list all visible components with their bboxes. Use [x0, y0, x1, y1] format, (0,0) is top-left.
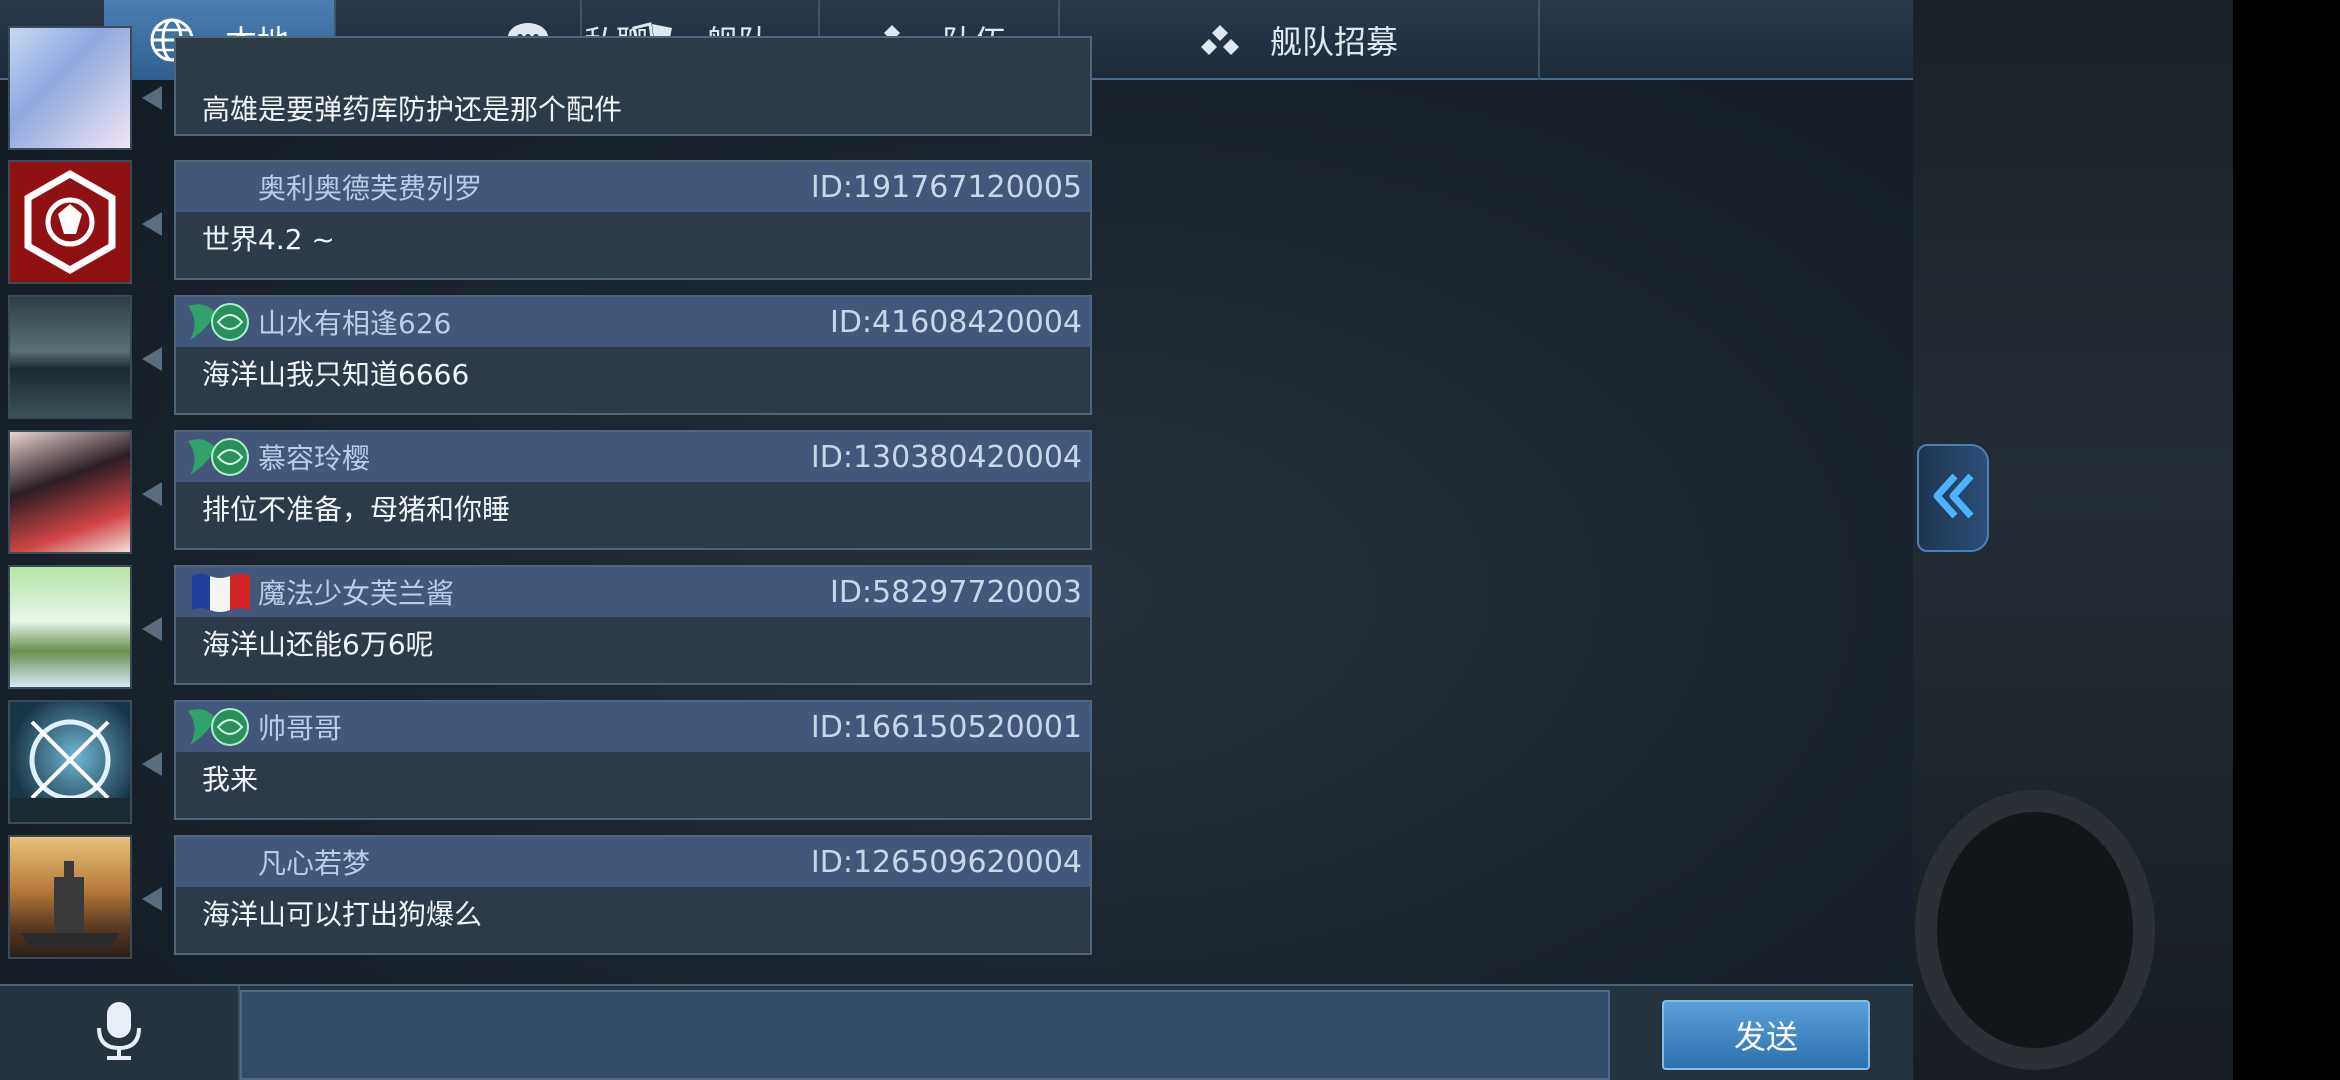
sender-name[interactable]: 帅哥哥: [258, 707, 342, 747]
green-wing-badge-icon: [186, 705, 254, 749]
message-text: 海洋山还能6万6呢: [202, 628, 434, 661]
voice-input-button[interactable]: [0, 986, 240, 1080]
message-text: 世界4.2 ~: [202, 223, 335, 256]
message-bubble: 慕容玲樱 ID:130380420004 排位不准备，母猪和你睡: [174, 430, 1092, 550]
bubble-pointer: [142, 887, 162, 911]
message-text: 高雄是要弹药库防护还是那个配件: [202, 93, 623, 126]
chat-input[interactable]: [240, 990, 1610, 1080]
bubble-pointer: [142, 752, 162, 776]
chat-message-partial: 高雄是要弹药库防护还是那个配件: [0, 26, 1100, 152]
message-header: 凡心若梦 ID:126509620004: [176, 837, 1090, 887]
avatar[interactable]: [8, 565, 132, 689]
message-text: 排位不准备，母猪和你睡: [202, 493, 511, 526]
chat-message: 凡心若梦 ID:126509620004 海洋山可以打出狗爆么: [0, 835, 1100, 965]
green-wing-badge-icon: [186, 435, 254, 479]
sender-name[interactable]: 凡心若梦: [258, 842, 370, 882]
badge-empty: [186, 165, 254, 209]
microphone-icon: [93, 1000, 145, 1066]
sender-name[interactable]: 山水有相逢626: [258, 302, 451, 342]
tab-label: 舰队招募: [1269, 23, 1398, 61]
sender-id: ID:126509620004: [810, 844, 1082, 880]
message-header: 慕容玲樱 ID:130380420004: [176, 432, 1090, 482]
bubble-pointer: [142, 86, 162, 110]
chat-message: 帅哥哥 ID:166150520001 我来: [0, 700, 1100, 830]
sender-id: ID:130380420004: [810, 439, 1082, 475]
message-text: 我来: [202, 763, 259, 796]
badge-empty: [186, 840, 254, 884]
message-text: 海洋山我只知道6666: [202, 358, 470, 391]
bubble-pointer: [142, 347, 162, 371]
avatar[interactable]: [8, 700, 132, 824]
message-bubble: 魔法少女芙兰酱 ID:58297720003 海洋山还能6万6呢: [174, 565, 1092, 685]
send-button[interactable]: 发送: [1662, 1000, 1870, 1070]
sender-name[interactable]: 慕容玲樱: [258, 437, 370, 477]
message-text: 海洋山可以打出狗爆么: [202, 898, 483, 931]
sender-id: ID:58297720003: [829, 574, 1082, 610]
message-header: 奥利奥德芙费列罗 ID:191767120005: [176, 162, 1090, 212]
bubble-pointer: [142, 617, 162, 641]
message-header: 山水有相逢626 ID:41608420004: [176, 297, 1090, 347]
message-header: 魔法少女芙兰酱 ID:58297720003: [176, 567, 1090, 617]
chat-message: 奥利奥德芙费列罗 ID:191767120005 世界4.2 ~: [0, 160, 1100, 290]
avatar[interactable]: [8, 160, 132, 284]
french-flag-badge-icon: [186, 570, 254, 614]
team-icon: [1200, 23, 1240, 57]
sender-name[interactable]: 奥利奥德芙费列罗: [258, 167, 482, 207]
tab-fleet-recruit[interactable]: 舰队招募: [1060, 0, 1540, 80]
avatar[interactable]: [8, 295, 132, 419]
sender-name[interactable]: 魔法少女芙兰酱: [258, 572, 454, 612]
input-bar: 发送: [0, 984, 1913, 1080]
sender-id: ID:41608420004: [829, 304, 1082, 340]
avatar[interactable]: [8, 26, 132, 150]
message-bubble: 高雄是要弹药库防护还是那个配件: [174, 36, 1092, 136]
bubble-pointer: [142, 482, 162, 506]
message-bubble: 凡心若梦 ID:126509620004 海洋山可以打出狗爆么: [174, 835, 1092, 955]
bubble-pointer: [142, 212, 162, 236]
message-header: 帅哥哥 ID:166150520001: [176, 702, 1090, 752]
message-bubble: 帅哥哥 ID:166150520001 我来: [174, 700, 1092, 820]
avatar[interactable]: [8, 430, 132, 554]
sender-id: ID:191767120005: [810, 169, 1082, 205]
double-chevron-left-icon: [1927, 470, 1979, 526]
game-dial-decoration: [1915, 790, 2155, 1070]
sender-id: ID:166150520001: [810, 709, 1082, 745]
chat-message: 山水有相逢626 ID:41608420004 海洋山我只知道6666: [0, 295, 1100, 425]
avatar[interactable]: [8, 835, 132, 959]
message-bubble: 山水有相逢626 ID:41608420004 海洋山我只知道6666: [174, 295, 1092, 415]
chat-message: 慕容玲樱 ID:130380420004 排位不准备，母猪和你睡: [0, 430, 1100, 560]
collapse-panel-button[interactable]: [1917, 444, 1989, 552]
message-bubble: 奥利奥德芙费列罗 ID:191767120005 世界4.2 ~: [174, 160, 1092, 280]
green-wing-badge-icon: [186, 300, 254, 344]
screen-edge: [2233, 0, 2340, 1080]
chat-message: 魔法少女芙兰酱 ID:58297720003 海洋山还能6万6呢: [0, 565, 1100, 695]
